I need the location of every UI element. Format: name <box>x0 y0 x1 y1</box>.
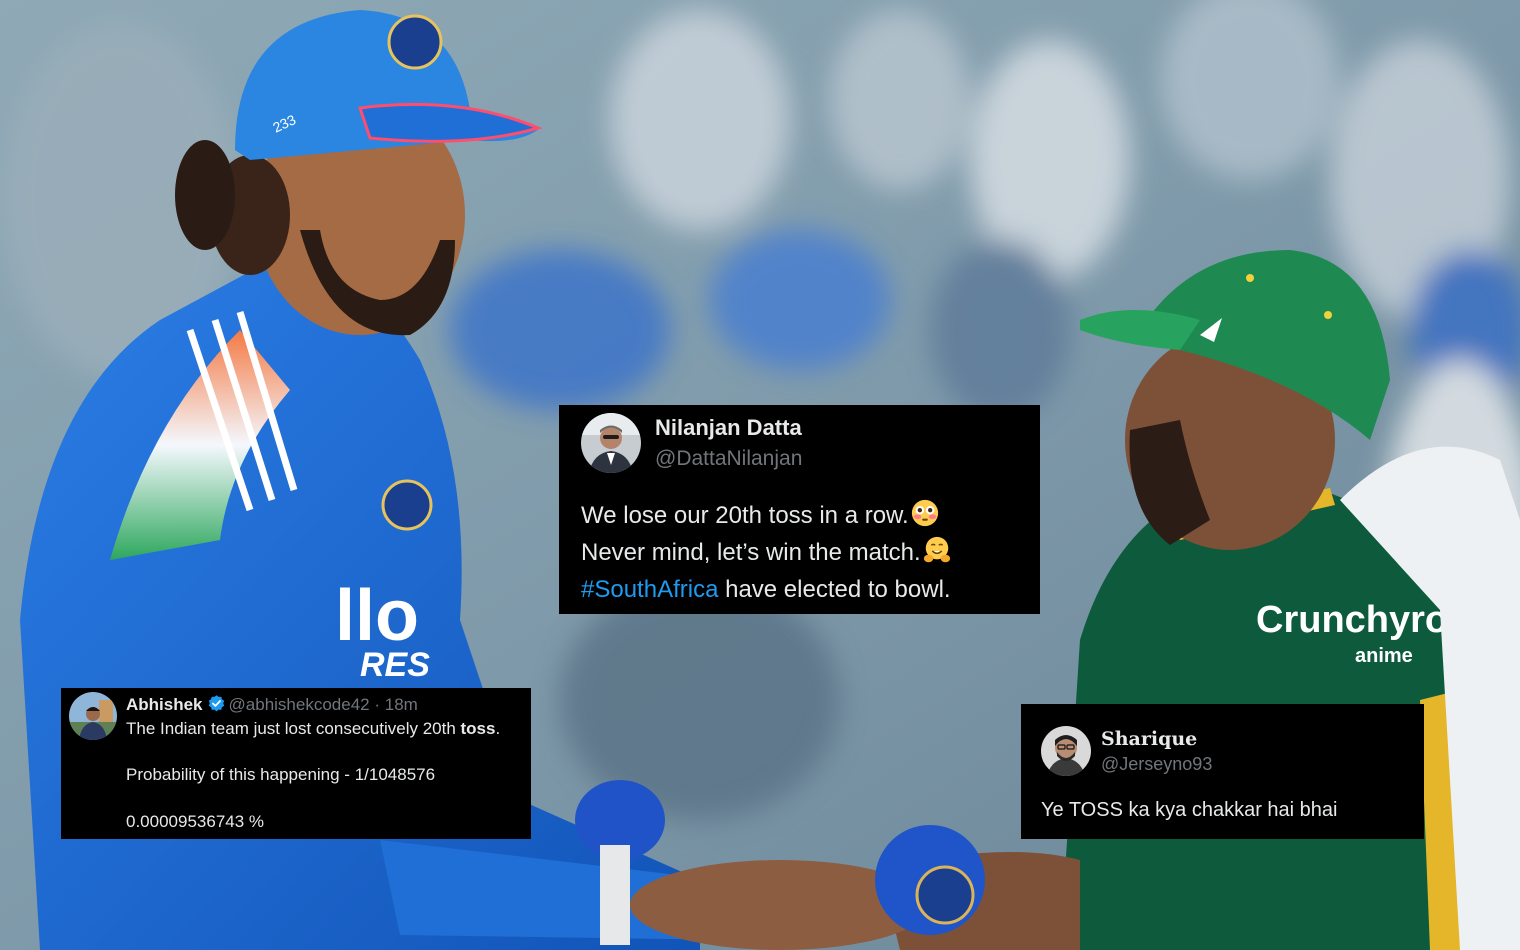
tweet-line: Probability of this happening - 1/104857… <box>126 765 436 784</box>
tweet-line-text: We lose our 20th toss in a row. <box>581 502 909 529</box>
tweet-line: Never mind, let’s win the match. <box>581 534 1036 571</box>
tweet-text: We lose our 20th toss in a row. Never mi… <box>581 497 1036 608</box>
tweet-sharique: Sharique @Jerseyno93 Ye TOSS ka kya chak… <box>1021 704 1424 839</box>
avatar[interactable] <box>581 413 641 473</box>
hashtag-link[interactable]: #SouthAfrica <box>581 576 718 603</box>
avatar[interactable] <box>69 692 117 740</box>
tweet-abhishek: Abhishek @abhishekcode42 · 18m The Indian… <box>61 688 531 839</box>
timestamp[interactable]: 18m <box>385 695 418 714</box>
sponsor-logo-right-sub: anime <box>1355 645 1413 667</box>
tweet-header: Abhishek @abhishekcode42 · 18m <box>126 694 418 715</box>
display-name[interactable]: Nilanjan Datta <box>655 415 802 441</box>
tweet-line: 0.00009536743 % <box>126 812 265 831</box>
user-handle[interactable]: @Jerseyno93 <box>1101 754 1212 775</box>
user-handle[interactable]: @abhishekcode42 <box>229 695 370 714</box>
tweet-line: The Indian team just lost consecutively … <box>126 719 500 739</box>
tweet-line-text: The Indian team just lost consecutively … <box>126 719 461 738</box>
tweet-line-text: . <box>495 719 501 738</box>
tweet-line-text: Never mind, let’s win the match. <box>581 539 921 566</box>
tweet-line: #SouthAfrica have elected to bowl. <box>581 571 1036 608</box>
verified-badge-icon <box>207 694 226 713</box>
sponsor-logo-left-sub: RES <box>360 646 430 684</box>
tweet-bold-text: toss <box>460 719 496 738</box>
tweet-nilanjan-datta: Nilanjan Datta @DattaNilanjan We lose ou… <box>559 405 1040 614</box>
separator: · <box>369 695 385 714</box>
hugging-face-icon <box>922 535 952 565</box>
sponsor-logo-right: Crunchyro <box>1256 599 1448 641</box>
tweet-text: Ye TOSS ka kya chakkar hai bhai <box>1041 799 1338 821</box>
display-name[interactable]: Abhishek <box>126 695 203 714</box>
flushed-face-icon <box>910 498 940 528</box>
sponsor-logo-left: llo <box>335 576 419 656</box>
avatar[interactable] <box>1041 726 1091 776</box>
tweet-line-text: have elected to bowl. <box>718 576 951 603</box>
display-name[interactable]: Sharique <box>1101 728 1197 750</box>
user-handle[interactable]: @DattaNilanjan <box>655 447 802 471</box>
tweet-line: We lose our 20th toss in a row. <box>581 497 1036 534</box>
